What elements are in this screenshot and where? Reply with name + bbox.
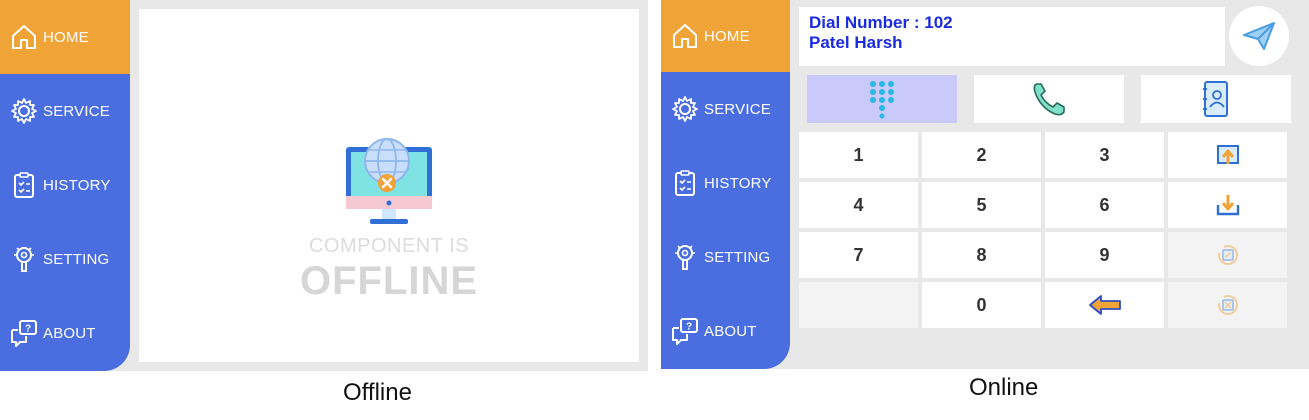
dial-number-text: Dial Number : 102: [809, 13, 953, 32]
key-4[interactable]: 4: [799, 182, 918, 228]
key-8[interactable]: 8: [922, 232, 1041, 278]
nav-about-label: ABOUT: [43, 324, 96, 342]
download-icon: [1216, 195, 1239, 216]
gear-icon: [11, 98, 37, 124]
key-3[interactable]: 3: [1045, 132, 1164, 178]
online-caption: Online: [969, 374, 1039, 401]
nav-service[interactable]: SERVICE: [661, 72, 790, 146]
clipboard-icon: [675, 170, 695, 196]
wrench-gear-icon: [14, 247, 34, 272]
nav-service[interactable]: SERVICE: [0, 74, 130, 148]
cancel-transfer-button[interactable]: [1168, 282, 1287, 328]
wrench-gear-icon: [675, 245, 695, 270]
nav-home[interactable]: HOME: [0, 0, 130, 74]
key-5[interactable]: 5: [922, 182, 1041, 228]
nav-home-label: HOME: [704, 27, 750, 45]
dial-display: Dial Number : 102 Patel Harsh: [799, 7, 1225, 66]
transfer-button[interactable]: [1168, 232, 1287, 278]
phone-icon: [1033, 83, 1065, 116]
nav-history-label: HISTORY: [704, 174, 772, 192]
clipboard-icon: [14, 172, 34, 198]
sidebar: HOME SERVICE HISTORY SETTING ? ABOUT: [661, 0, 790, 369]
backspace-button[interactable]: [1045, 282, 1164, 328]
help-chat-icon: ?: [672, 318, 698, 345]
online-panel: HOME SERVICE HISTORY SETTING ? ABOUT Dia…: [661, 0, 1309, 369]
contacts-book-icon: [1203, 81, 1228, 117]
cancel-transfer-icon: [1217, 295, 1238, 315]
nav-history[interactable]: HISTORY: [661, 146, 790, 220]
key-2[interactable]: 2: [922, 132, 1041, 178]
offline-panel: HOME SERVICE HISTORY SETTING ? ABOUT COM…: [0, 0, 648, 371]
offline-message-line1: COMPONENT IS: [308, 235, 470, 257]
offline-monitor-icon: [346, 138, 432, 224]
svg-text:?: ?: [25, 324, 31, 335]
home-icon: [12, 25, 36, 49]
key-1[interactable]: 1: [799, 132, 918, 178]
nav-setting-label: SETTING: [43, 250, 110, 268]
nav-history-label: HISTORY: [43, 176, 111, 194]
key-0[interactable]: 0: [922, 282, 1041, 328]
svg-text:?: ?: [686, 322, 692, 333]
dialpad-icon: [870, 81, 894, 119]
nav-setting[interactable]: SETTING: [0, 222, 130, 296]
nav-about[interactable]: ? ABOUT: [661, 294, 790, 368]
offline-message-line2: OFFLINE: [299, 259, 479, 303]
nav-home-label: HOME: [43, 28, 89, 46]
nav-service-label: SERVICE: [704, 100, 771, 118]
home-icon: [673, 24, 697, 48]
help-chat-icon: ?: [11, 320, 37, 347]
offline-caption: Offline: [343, 379, 412, 406]
contact-name-text: Patel Harsh: [809, 33, 903, 52]
nav-setting[interactable]: SETTING: [661, 220, 790, 294]
offline-content: COMPONENT IS OFFLINE: [139, 9, 639, 362]
upload-icon: [1216, 145, 1239, 164]
key-7[interactable]: 7: [799, 232, 918, 278]
nav-home[interactable]: HOME: [661, 0, 790, 72]
nav-setting-label: SETTING: [704, 248, 771, 266]
send-button[interactable]: [1229, 6, 1289, 66]
sidebar: HOME SERVICE HISTORY SETTING ? ABOUT: [0, 0, 130, 371]
nav-service-label: SERVICE: [43, 102, 110, 120]
upload-button[interactable]: [1168, 132, 1287, 178]
phone-mode-button[interactable]: [974, 75, 1124, 123]
gear-icon: [672, 96, 698, 122]
paper-plane-icon: [1243, 22, 1275, 50]
key-blank: [799, 282, 918, 328]
backspace-arrow-icon: [1088, 295, 1121, 315]
nav-history[interactable]: HISTORY: [0, 148, 130, 222]
transfer-icon: [1217, 245, 1238, 265]
key-6[interactable]: 6: [1045, 182, 1164, 228]
nav-about[interactable]: ? ABOUT: [0, 296, 130, 370]
nav-about-label: ABOUT: [704, 322, 757, 340]
contacts-mode-button[interactable]: [1141, 75, 1291, 123]
download-button[interactable]: [1168, 182, 1287, 228]
dialpad-mode-button[interactable]: [807, 75, 957, 123]
key-9[interactable]: 9: [1045, 232, 1164, 278]
